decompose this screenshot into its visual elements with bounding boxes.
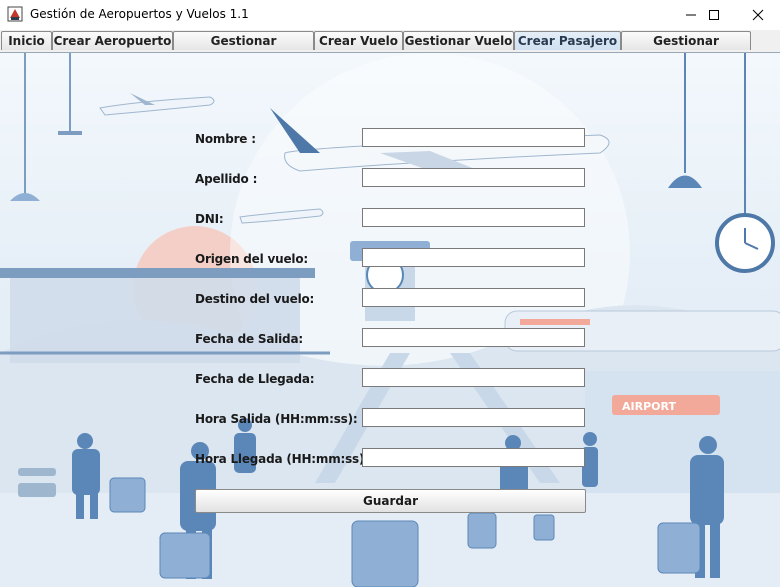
- dni-label: DNI:: [195, 212, 224, 226]
- fecha-salida-label: Fecha de Salida:: [195, 332, 303, 346]
- guardar-button[interactable]: Guardar: [195, 489, 586, 513]
- tab-gestionar-pasajero[interactable]: Gestionar Pasajero: [621, 31, 751, 67]
- apellido-input[interactable]: [362, 168, 585, 187]
- fecha-llegada-label: Fecha de Llegada:: [195, 372, 315, 386]
- origen-vuelo-input[interactable]: [362, 248, 585, 267]
- tab-crear-pasajero[interactable]: Crear Pasajero: [514, 31, 621, 50]
- destino-vuelo-input[interactable]: [362, 288, 585, 307]
- tab-inicio[interactable]: Inicio: [1, 31, 52, 50]
- crear-pasajero-panel: AIRPORT Nombre : Apellido : DNI: Origen …: [0, 52, 780, 587]
- close-button[interactable]: [735, 0, 780, 30]
- nombre-input[interactable]: [362, 128, 585, 147]
- tab-crear-aeropuerto[interactable]: Crear Aeropuerto: [52, 31, 173, 50]
- java-app-icon: [7, 6, 23, 22]
- tab-gestionar-vuelo[interactable]: Gestionar Vuelo: [403, 31, 514, 50]
- destino-vuelo-label: Destino del vuelo:: [195, 292, 315, 306]
- tab-gestionar-aeropuerto[interactable]: Gestionar Aeropuerto: [173, 31, 314, 67]
- dni-input[interactable]: [362, 208, 585, 227]
- title-bar: Gestión de Aeropuertos y Vuelos 1.1: [0, 0, 780, 30]
- window-title: Gestión de Aeropuertos y Vuelos 1.1: [30, 7, 249, 21]
- tab-bar: Inicio Crear Aeropuerto Gestionar Aeropu…: [0, 30, 780, 67]
- hora-llegada-label: Hora Llegada (HH:mm:ss):: [195, 452, 369, 466]
- maximize-button[interactable]: [691, 0, 737, 30]
- apellido-label: Apellido :: [195, 172, 258, 186]
- hora-salida-input[interactable]: [362, 408, 585, 427]
- origen-vuelo-label: Origen del vuelo:: [195, 252, 308, 266]
- airport-sign-text: AIRPORT: [622, 400, 676, 413]
- fecha-salida-input[interactable]: [362, 328, 585, 347]
- tab-crear-vuelo[interactable]: Crear Vuelo: [314, 31, 403, 50]
- hora-salida-label: Hora Salida (HH:mm:ss):: [195, 412, 358, 426]
- hora-llegada-input[interactable]: [362, 448, 585, 467]
- fecha-llegada-input[interactable]: [362, 368, 585, 387]
- close-icon: [752, 9, 764, 21]
- maximize-icon: [709, 10, 719, 20]
- nombre-label: Nombre :: [195, 132, 256, 146]
